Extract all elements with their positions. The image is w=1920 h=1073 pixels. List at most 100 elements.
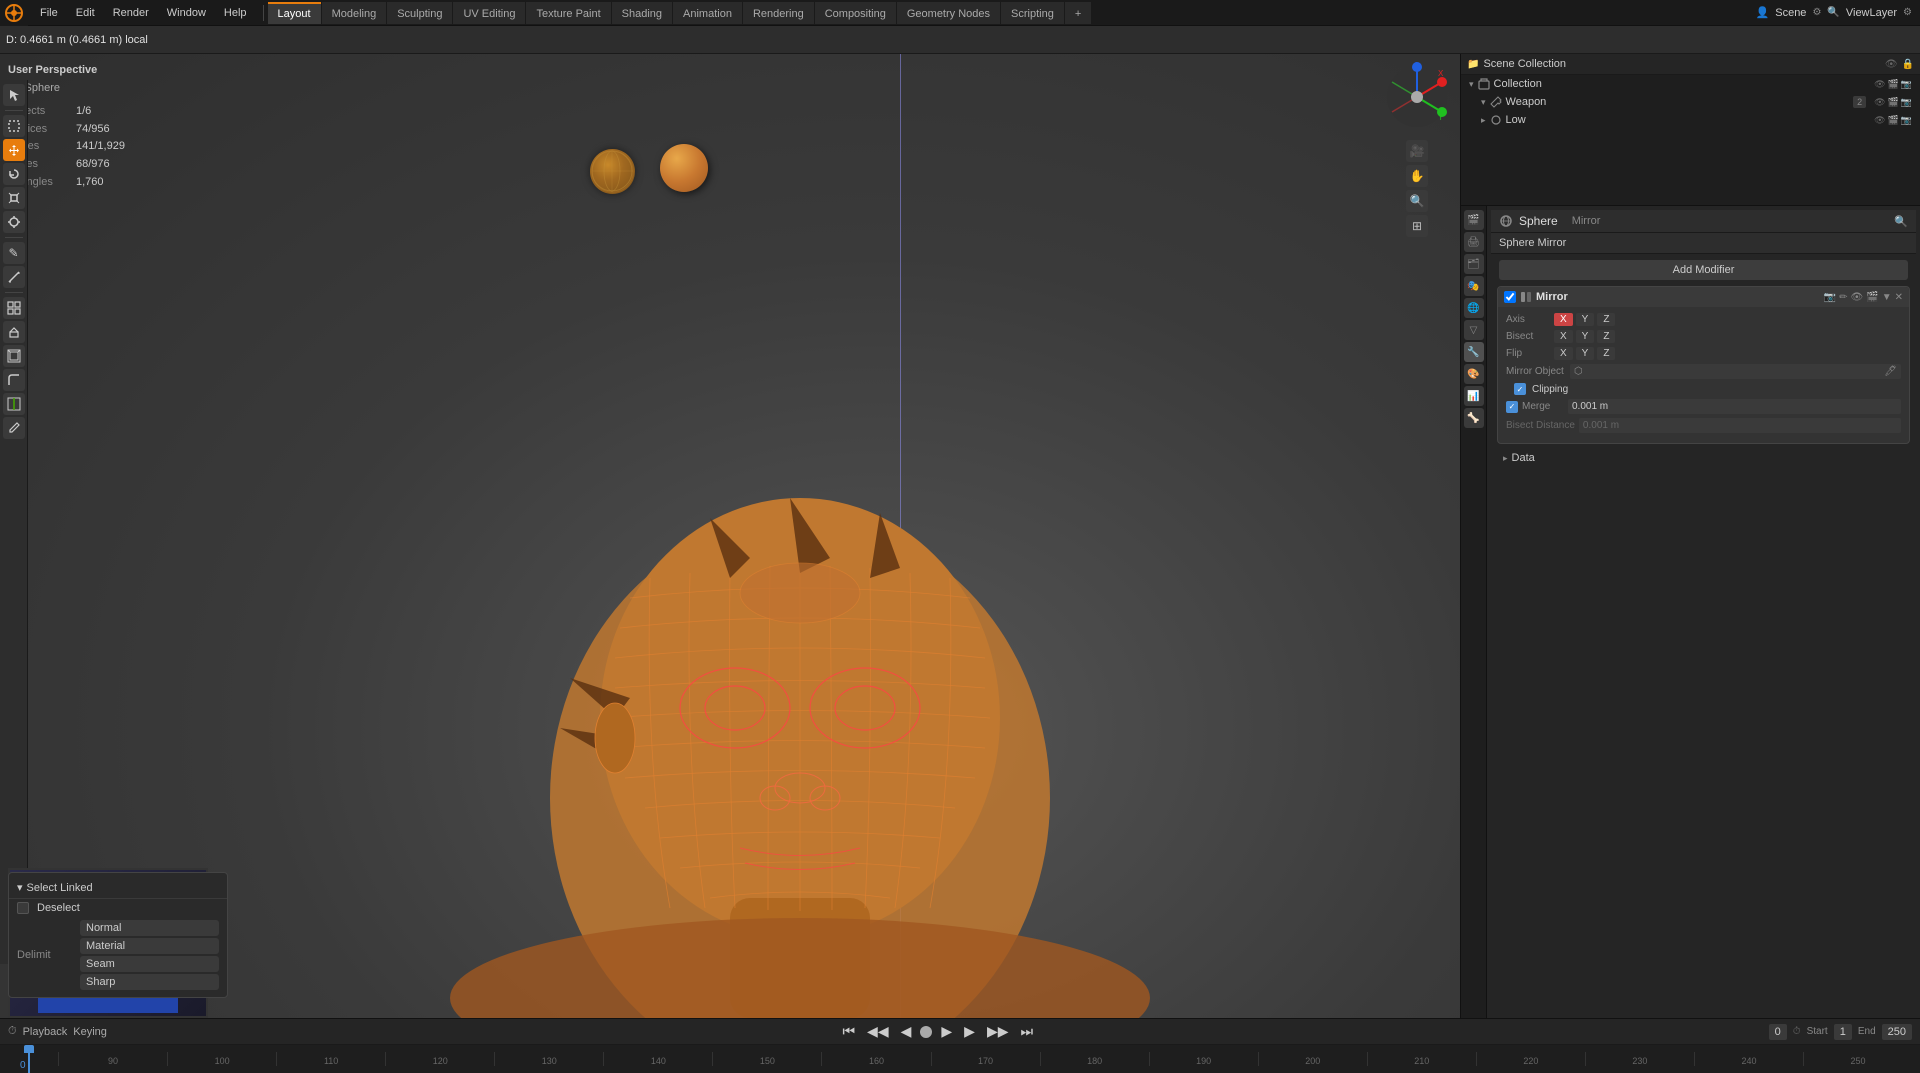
prev-key-btn[interactable]: ◀◀ (864, 1023, 892, 1040)
collection-row[interactable]: ▾ Collection 👁 🎬 📷 (1461, 75, 1920, 93)
play-btn[interactable]: ▶ (938, 1023, 955, 1040)
low-visible-toggle[interactable]: 👁 (1874, 115, 1885, 126)
prev-frame-btn[interactable]: ◀ (898, 1023, 915, 1040)
annotate-tool[interactable]: ✎ (3, 242, 25, 264)
start-frame-input[interactable]: 1 (1834, 1024, 1852, 1040)
low-restrict-toggle[interactable]: 🎬 (1888, 115, 1899, 126)
inset-tool[interactable] (3, 345, 25, 367)
merge-checkbox[interactable]: ✓ (1506, 401, 1518, 413)
3d-viewport[interactable]: User Perspective (0) Sphere Objects1/6 V… (0, 54, 1460, 1018)
pan-btn[interactable]: ✋ (1406, 165, 1428, 187)
weapon-render-toggle[interactable]: 📷 (1901, 97, 1912, 108)
menu-edit[interactable]: Edit (68, 5, 103, 21)
end-frame-input[interactable]: 250 (1882, 1024, 1912, 1040)
menu-help[interactable]: Help (216, 5, 255, 21)
transform-tool[interactable] (3, 211, 25, 233)
tab-sculpting[interactable]: Sculpting (387, 2, 452, 24)
current-frame-input[interactable]: 0 (1769, 1024, 1787, 1040)
bone-tab[interactable]: 🦴 (1464, 408, 1484, 428)
loop-cut-tool[interactable] (3, 393, 25, 415)
mod-render-icon[interactable]: 🎬 (1866, 292, 1878, 303)
merge-value[interactable]: 0.001 m (1568, 399, 1901, 414)
tab-scripting[interactable]: Scripting (1001, 2, 1064, 24)
delimit-material[interactable]: Material (80, 938, 219, 954)
scale-tool[interactable] (3, 187, 25, 209)
delimit-sharp[interactable]: Sharp (80, 974, 219, 990)
nav-gizmo[interactable]: X Y Z (1382, 62, 1452, 132)
bisect-dist-value[interactable]: 0.001 m (1579, 418, 1901, 433)
tab-rendering[interactable]: Rendering (743, 2, 814, 24)
modifier-enable-checkbox[interactable] (1504, 291, 1516, 303)
tab-texture-paint[interactable]: Texture Paint (526, 2, 610, 24)
grid-btn[interactable]: ⊞ (1406, 215, 1428, 237)
coll-render-toggle[interactable]: 📷 (1901, 79, 1912, 90)
axis-y-btn[interactable]: Y (1576, 313, 1595, 326)
mod-edit-icon[interactable]: ✏ (1839, 292, 1847, 303)
delimit-seam[interactable]: Seam (80, 956, 219, 972)
tab-animation[interactable]: Animation (673, 2, 742, 24)
hide-toggle[interactable]: 👁 (1885, 59, 1898, 70)
flip-y-btn[interactable]: Y (1576, 347, 1595, 360)
world-props-tab[interactable]: 🌐 (1464, 298, 1484, 318)
coll-restrict-toggle[interactable]: 🎬 (1888, 79, 1899, 90)
bisect-y-btn[interactable]: Y (1576, 330, 1595, 343)
clipping-checkbox[interactable]: ✓ (1514, 383, 1526, 395)
mirror-object-edit-icon[interactable]: 🖊 (1884, 366, 1897, 377)
view-layer-label[interactable]: ViewLayer (1846, 7, 1897, 19)
output-props-tab[interactable]: 🖨 (1464, 232, 1484, 252)
render-props-tab[interactable]: 🎬 (1464, 210, 1484, 230)
knife-tool[interactable] (3, 417, 25, 439)
object-props-tab[interactable]: ▽ (1464, 320, 1484, 340)
keying-label[interactable]: Keying (73, 1026, 107, 1038)
next-key-btn[interactable]: ▶▶ (984, 1023, 1012, 1040)
axis-z-btn[interactable]: Z (1597, 313, 1615, 326)
tab-add[interactable]: + (1065, 2, 1091, 24)
flip-z-btn[interactable]: Z (1597, 347, 1615, 360)
data-section-header[interactable]: ▸ Data (1497, 448, 1910, 468)
zoom-btn[interactable]: 🔍 (1406, 190, 1428, 212)
next-frame-btn[interactable]: ▶ (961, 1023, 978, 1040)
mod-realtime-icon[interactable]: 👁 (1851, 292, 1864, 303)
props-search-btn[interactable]: 🔍 (1894, 215, 1908, 228)
low-render-toggle[interactable]: 📷 (1901, 115, 1912, 126)
deselect-checkbox[interactable] (17, 902, 29, 914)
menu-window[interactable]: Window (159, 5, 214, 21)
bisect-x-btn[interactable]: X (1554, 330, 1573, 343)
zoom-camera-btn[interactable]: 🎥 (1406, 140, 1428, 162)
weapon-restrict-toggle[interactable]: 🎬 (1888, 97, 1899, 108)
tab-layout[interactable]: Layout (268, 2, 321, 24)
tab-shading[interactable]: Shading (612, 2, 672, 24)
rotate-tool[interactable] (3, 163, 25, 185)
tab-geometry-nodes[interactable]: Geometry Nodes (897, 2, 1000, 24)
weapon-visible-toggle[interactable]: 👁 (1874, 97, 1885, 108)
axis-x-btn[interactable]: X (1554, 313, 1573, 326)
cursor-tool[interactable] (3, 84, 25, 106)
flip-x-btn[interactable]: X (1554, 347, 1573, 360)
view-layer-tab[interactable]: 🗂 (1464, 254, 1484, 274)
mirror-object-field[interactable]: ⬡ 🖊 (1570, 364, 1901, 379)
tab-modeling[interactable]: Modeling (322, 2, 387, 24)
weapon-row[interactable]: ▾ Weapon 2 👁 🎬 📷 (1461, 93, 1920, 111)
shader-props-tab[interactable]: 🎨 (1464, 364, 1484, 384)
measure-tool[interactable] (3, 266, 25, 288)
scene-props-tab[interactable]: 🎭 (1464, 276, 1484, 296)
timeline-ruler[interactable]: 0 90 100 110 120 130 140 150 160 170 180… (0, 1045, 1920, 1073)
mod-apply-down-icon[interactable]: ▼ (1882, 292, 1892, 303)
move-tool[interactable] (3, 139, 25, 161)
add-mesh-tool[interactable] (3, 297, 25, 319)
skip-start-btn[interactable]: ⏮ (839, 1023, 858, 1040)
scene-label[interactable]: Scene (1775, 7, 1806, 19)
restrict-toggle[interactable]: 🔒 (1902, 59, 1914, 70)
coll-visible-toggle[interactable]: 👁 (1874, 79, 1885, 90)
menu-file[interactable]: File (32, 5, 66, 21)
data-props-tab[interactable]: 📊 (1464, 386, 1484, 406)
tab-uv-editing[interactable]: UV Editing (453, 2, 525, 24)
skip-end-btn[interactable]: ⏭ (1017, 1023, 1036, 1040)
add-modifier-btn[interactable]: Add Modifier (1499, 260, 1908, 280)
tab-compositing[interactable]: Compositing (815, 2, 896, 24)
mod-close-icon[interactable]: ✕ (1895, 292, 1903, 303)
select-box-tool[interactable] (3, 115, 25, 137)
low-row[interactable]: ▸ Low 👁 🎬 📷 (1461, 111, 1920, 129)
mod-cam-icon[interactable]: 📷 (1824, 292, 1836, 303)
modifier-props-tab active[interactable]: 🔧 (1464, 342, 1484, 362)
